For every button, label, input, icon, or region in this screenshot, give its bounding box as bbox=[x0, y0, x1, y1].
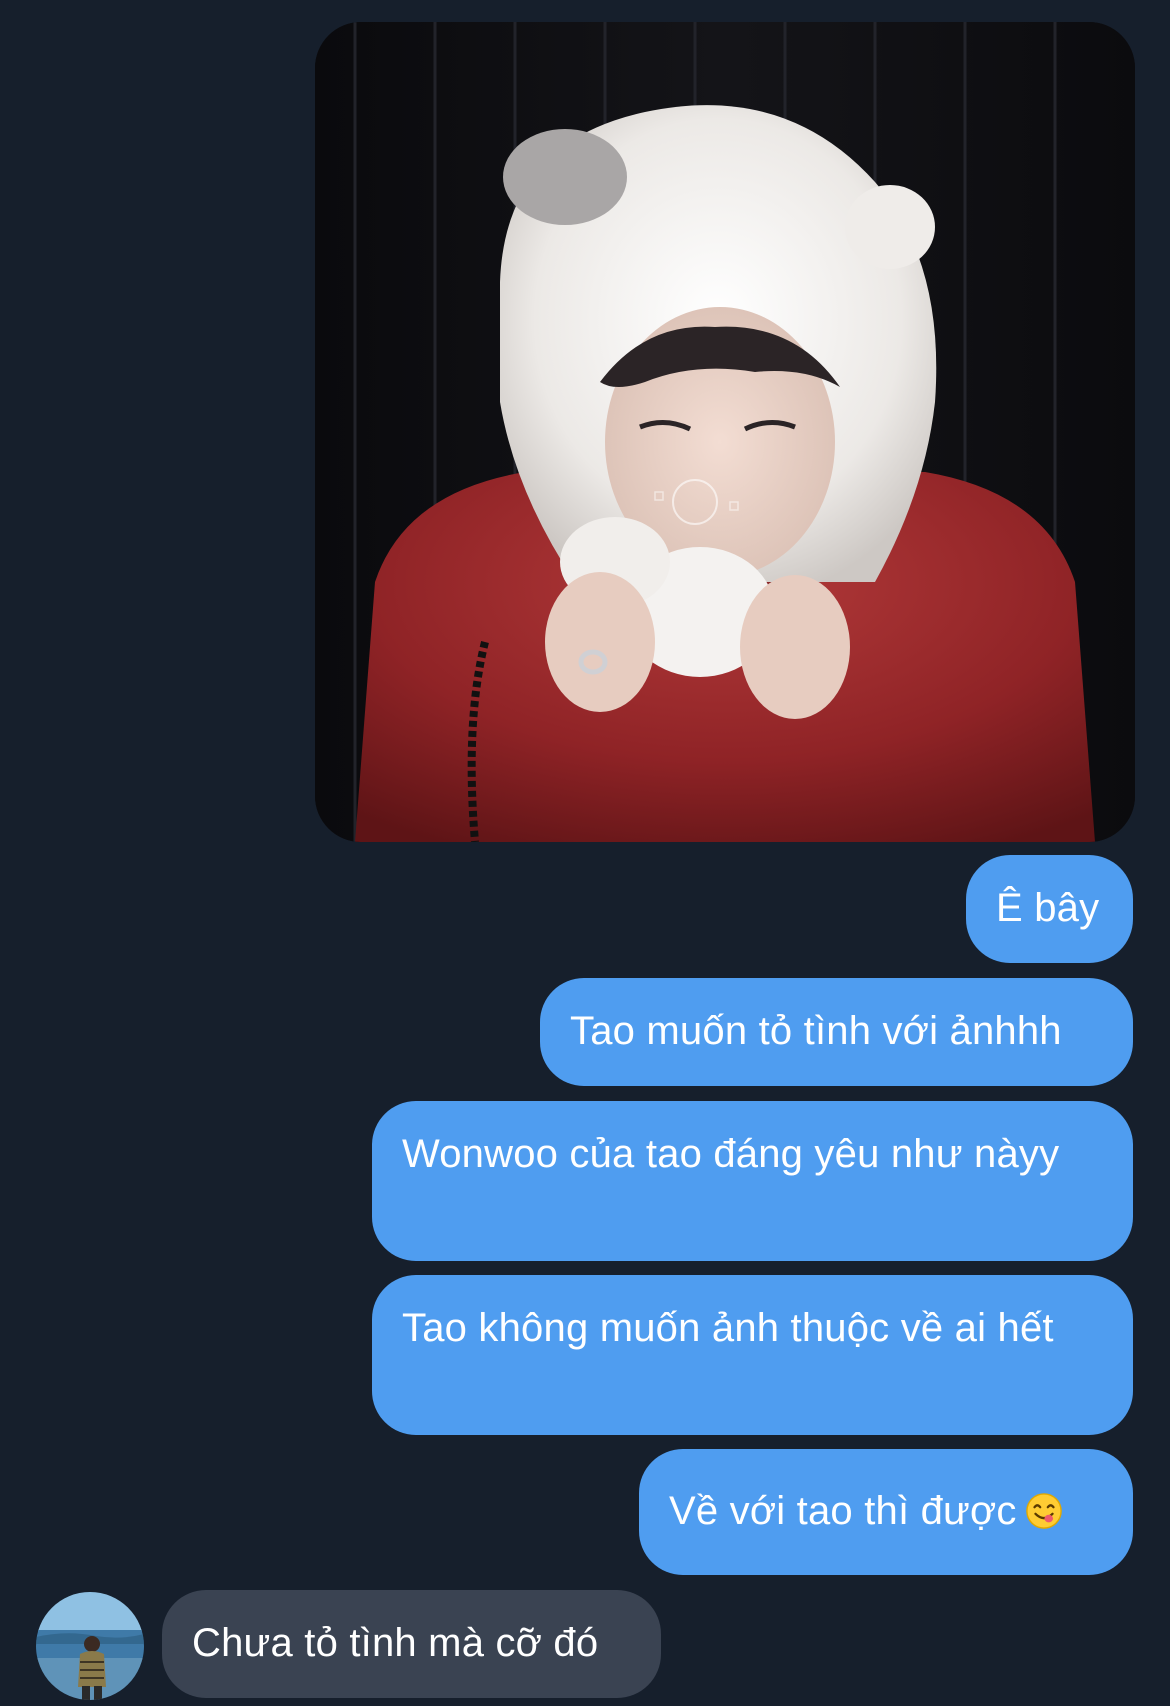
avatar-image bbox=[36, 1592, 144, 1700]
message-bubble-sent[interactable]: Về với tao thì được bbox=[639, 1449, 1133, 1575]
message-text: Wonwoo của tao đáng yêu như nàyy bbox=[402, 1132, 1060, 1176]
sent-photo[interactable] bbox=[315, 22, 1135, 842]
photo-image bbox=[315, 22, 1135, 842]
message-text: Tao muốn tỏ tình với ảnhhh bbox=[570, 1009, 1062, 1053]
message-text: Về với tao thì được bbox=[669, 1489, 1017, 1533]
message-text: Chưa tỏ tình mà cỡ đó bbox=[192, 1621, 599, 1665]
contact-avatar[interactable] bbox=[36, 1592, 144, 1700]
message-bubble-received[interactable]: Chưa tỏ tình mà cỡ đó bbox=[162, 1590, 661, 1698]
message-bubble-sent[interactable]: Tao không muốn ảnh thuộc về ai hết bbox=[372, 1275, 1133, 1435]
message-bubble-sent[interactable]: Tao muốn tỏ tình với ảnhhh bbox=[540, 978, 1133, 1086]
message-text: Tao không muốn ảnh thuộc về ai hết bbox=[402, 1306, 1054, 1350]
message-text: Ê bây bbox=[996, 886, 1100, 930]
chat-thread: Ê bây Tao muốn tỏ tình với ảnhhh Wonwoo … bbox=[0, 0, 1170, 1706]
message-bubble-sent[interactable]: Wonwoo của tao đáng yêu như nàyy bbox=[372, 1101, 1133, 1261]
face-savoring-food-icon bbox=[1025, 1492, 1063, 1530]
message-bubble-sent[interactable]: Ê bây bbox=[966, 855, 1133, 963]
